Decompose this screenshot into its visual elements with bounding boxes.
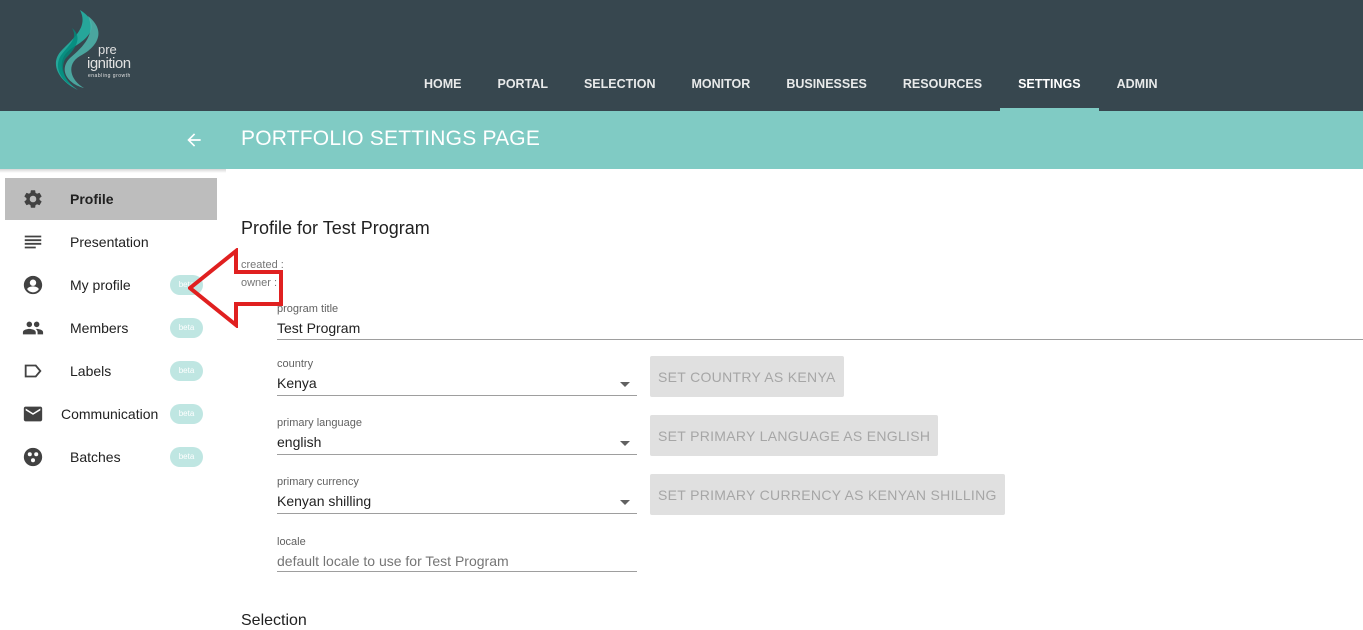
program-title-field[interactable]: program title Test Program <box>277 303 1363 340</box>
logo-tagline: enabling growth <box>88 73 131 79</box>
sidebar-item-label: My profile <box>70 276 131 293</box>
locale-label: locale <box>277 536 306 548</box>
sidebar-item-label: Profile <box>70 191 114 207</box>
sidebar-item-my-profile[interactable]: My profile beta <box>5 263 217 306</box>
account-circle-icon <box>23 275 43 294</box>
gear-icon <box>24 190 42 208</box>
sidebar-item-profile[interactable]: Profile <box>5 178 217 220</box>
locale-input[interactable]: default locale to use for Test Program <box>277 553 637 571</box>
nav-admin[interactable]: ADMIN <box>1099 0 1176 111</box>
nav-resources[interactable]: RESOURCES <box>885 0 1000 111</box>
country-select[interactable]: country Kenya <box>277 358 637 396</box>
lines-icon <box>24 235 42 248</box>
field-underline <box>277 571 637 572</box>
field-underline <box>277 513 637 514</box>
locale-field[interactable]: locale default locale to use for Test Pr… <box>277 536 637 572</box>
currency-select[interactable]: primary currency Kenyan shilling <box>277 476 637 514</box>
country-value: Kenya <box>277 375 317 391</box>
created-label: created : <box>241 259 284 271</box>
language-value: english <box>277 434 322 450</box>
field-underline <box>277 339 1363 340</box>
caret-down-icon <box>620 441 630 446</box>
page-title: PORTFOLIO SETTINGS PAGE <box>241 127 541 150</box>
language-label: primary language <box>277 417 362 429</box>
caret-down-icon <box>620 500 630 505</box>
selection-section-title: Selection <box>241 612 307 629</box>
beta-badge: beta <box>170 446 203 467</box>
sidebar-item-label: Communication <box>61 405 159 422</box>
batches-icon <box>23 447 43 466</box>
set-country-button[interactable]: SET COUNTRY AS KENYA <box>650 356 844 397</box>
beta-badge: beta <box>170 360 203 381</box>
currency-label: primary currency <box>277 476 359 488</box>
nav-businesses[interactable]: BUSINESSES <box>768 0 885 111</box>
top-app-bar: pre ignition enabling growth HOME PORTAL… <box>0 0 1363 111</box>
section-title: Profile for Test Program <box>241 218 430 238</box>
owner-label: owner : <box>241 277 278 289</box>
field-underline <box>277 395 637 396</box>
language-select[interactable]: primary language english <box>277 417 637 455</box>
people-icon <box>22 321 44 334</box>
nav-home[interactable]: HOME <box>406 0 480 111</box>
set-currency-button[interactable]: SET PRIMARY CURRENCY AS KENYAN SHILLING <box>650 474 1005 515</box>
preignition-logo[interactable]: pre ignition enabling growth <box>50 8 160 92</box>
nav-portal[interactable]: PORTAL <box>480 0 566 111</box>
settings-sidebar: Profile Presentation My profile beta Mem… <box>5 178 217 478</box>
program-title-label: program title <box>277 303 339 315</box>
sidebar-shadow <box>0 169 226 173</box>
program-title-input[interactable]: Test Program <box>277 320 1363 338</box>
sidebar-item-labels[interactable]: Labels beta <box>5 349 217 392</box>
country-label: country <box>277 358 314 370</box>
mail-icon <box>23 406 43 421</box>
sidebar-item-label: Presentation <box>70 233 149 250</box>
logo-text-ignition: ignition <box>87 55 131 72</box>
sidebar-item-presentation[interactable]: Presentation <box>5 220 217 263</box>
nav-settings[interactable]: SETTINGS <box>1000 0 1099 111</box>
page-header: PORTFOLIO SETTINGS PAGE <box>0 111 1363 169</box>
sidebar-item-members[interactable]: Members beta <box>5 306 217 349</box>
arrow-left-icon[interactable] <box>184 130 204 150</box>
set-language-button[interactable]: SET PRIMARY LANGUAGE AS ENGLISH <box>650 415 939 456</box>
field-underline <box>277 454 637 455</box>
currency-value: Kenyan shilling <box>277 493 372 509</box>
nav-selection[interactable]: SELECTION <box>566 0 674 111</box>
sidebar-item-label: Batches <box>70 448 121 465</box>
nav-monitor[interactable]: MONITOR <box>674 0 769 111</box>
sidebar-item-communication[interactable]: Communication beta <box>5 392 217 435</box>
main-nav: HOME PORTAL SELECTION MONITOR BUSINESSES… <box>406 0 1176 111</box>
beta-badge: beta <box>170 403 203 424</box>
sidebar-item-batches[interactable]: Batches beta <box>5 435 217 478</box>
caret-down-icon <box>620 382 630 387</box>
sidebar-item-label: Members <box>70 319 129 336</box>
label-icon <box>24 364 42 377</box>
sidebar-item-label: Labels <box>70 362 112 379</box>
